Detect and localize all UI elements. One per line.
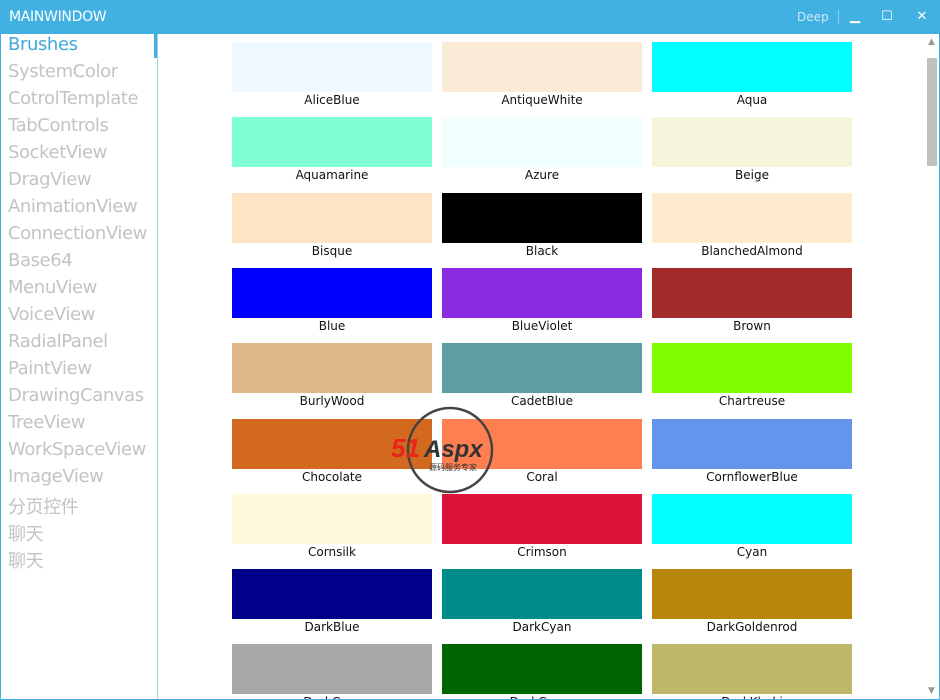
color-name: CornflowerBlue (706, 469, 798, 484)
color-swatch[interactable] (442, 343, 642, 394)
scroll-up-icon[interactable]: ▲ (928, 37, 935, 47)
color-name: Blue (318, 318, 346, 333)
color-name: BlanchedAlmond (701, 243, 803, 258)
color-name: DarkKhaki (652, 695, 852, 699)
sidebar-item[interactable]: 分页控件 (8, 493, 79, 519)
theme-button[interactable]: Deep (797, 10, 829, 24)
sidebar-item[interactable]: ConnectionView (8, 223, 147, 244)
sidebar-item[interactable]: SystemColor (8, 61, 118, 82)
sidebar-item[interactable]: TreeView (8, 412, 85, 433)
color-name: Brown (733, 318, 771, 333)
color-swatch[interactable] (442, 569, 642, 620)
color-name: Aquamarine (295, 168, 369, 183)
color-swatch[interactable] (652, 267, 852, 318)
color-swatch[interactable] (232, 644, 432, 695)
color-swatch[interactable] (232, 493, 432, 544)
color-name: CadetBlue (511, 394, 573, 409)
color-swatch[interactable] (442, 192, 642, 243)
color-name: Beige (735, 168, 769, 183)
color-swatch[interactable] (232, 117, 432, 168)
color-swatch[interactable] (652, 569, 852, 620)
color-swatch[interactable] (442, 644, 642, 695)
brushes-grid: AliceBlue AntiqueWhite Aqua Aquamarine Azure… (159, 34, 925, 699)
color-name: DarkGoldenrod (706, 620, 798, 635)
color-swatch[interactable] (442, 267, 642, 318)
color-swatch[interactable] (652, 418, 852, 469)
color-swatch[interactable] (652, 192, 852, 243)
color-swatch[interactable] (232, 42, 432, 92)
color-swatch[interactable] (442, 493, 642, 544)
color-name: DarkCyan (512, 620, 572, 635)
color-swatch[interactable] (652, 343, 852, 394)
title-separator (838, 10, 839, 24)
vertical-scrollbar[interactable]: ▲ ▼ (925, 34, 939, 699)
color-swatch[interactable] (442, 42, 642, 92)
color-name: Aqua (736, 93, 768, 107)
sidebar-item[interactable]: DragView (8, 169, 92, 190)
color-name: BlueViolet (511, 318, 573, 333)
color-name: Chartreuse (718, 394, 786, 409)
color-name: BurlyWood (299, 394, 365, 409)
selected-indicator (154, 34, 157, 58)
color-name: AntiqueWhite (501, 93, 583, 107)
color-name: DarkGray (232, 695, 432, 699)
color-name: Cyan (736, 544, 768, 559)
color-swatch[interactable] (232, 418, 432, 469)
color-name: Cornsilk (308, 544, 356, 559)
color-swatch[interactable] (652, 644, 852, 695)
color-swatch[interactable] (442, 418, 642, 469)
close-button[interactable]: ✕ (911, 7, 933, 27)
color-name: Azure (524, 168, 560, 183)
minimize-button[interactable]: ▁ (844, 7, 866, 27)
sidebar-item[interactable]: 聊天 (8, 547, 44, 573)
color-swatch[interactable] (232, 343, 432, 394)
sidebar-item[interactable]: RadialPanel (8, 331, 108, 352)
sidebar-item[interactable]: Base64 (8, 250, 73, 271)
main-window: MAINWINDOW Deep ▁ ☐ ✕ Brushes SystemColor… (0, 0, 940, 700)
sidebar-item[interactable]: ImageView (8, 466, 104, 487)
sidebar-item[interactable]: DrawingCanvas (8, 385, 144, 406)
color-name: Black (525, 243, 559, 258)
color-swatch[interactable] (652, 117, 852, 168)
color-swatch[interactable] (232, 569, 432, 620)
color-name: Coral (526, 469, 558, 484)
sidebar-item[interactable]: 聊天 (8, 520, 44, 546)
scroll-down-icon[interactable]: ▼ (928, 686, 935, 696)
sidebar-item[interactable]: TabControls (8, 115, 109, 136)
color-name: DarkBlue (304, 620, 360, 635)
sidebar-item[interactable]: AnimationView (8, 196, 138, 217)
color-name: DarkGreen (442, 695, 642, 699)
title-bar[interactable]: MAINWINDOW Deep ▁ ☐ ✕ (1, 1, 939, 34)
color-name: Bisque (311, 243, 353, 258)
color-name: AliceBlue (304, 93, 360, 107)
color-swatch[interactable] (442, 117, 642, 168)
sidebar-item[interactable]: Brushes (8, 34, 78, 55)
sidebar-item[interactable]: MenuView (8, 277, 97, 298)
sidebar-nav: Brushes SystemColor CotrolTemplate TabContr… (1, 34, 158, 699)
color-swatch[interactable] (232, 192, 432, 243)
color-swatch[interactable] (652, 493, 852, 544)
maximize-button[interactable]: ☐ (876, 7, 898, 27)
color-name: Crimson (517, 544, 567, 559)
color-name: Chocolate (301, 469, 363, 484)
sidebar-item[interactable]: SocketView (8, 142, 107, 163)
sidebar-item[interactable]: WorkSpaceView (8, 439, 146, 460)
color-swatch[interactable] (232, 267, 432, 318)
sidebar-item[interactable]: PaintView (8, 358, 92, 379)
window-title: MAINWINDOW (9, 9, 107, 25)
scrollbar-thumb[interactable] (927, 58, 937, 166)
sidebar-item[interactable]: CotrolTemplate (8, 88, 139, 109)
sidebar-item[interactable]: VoiceView (8, 304, 95, 325)
color-swatch[interactable] (652, 42, 852, 92)
